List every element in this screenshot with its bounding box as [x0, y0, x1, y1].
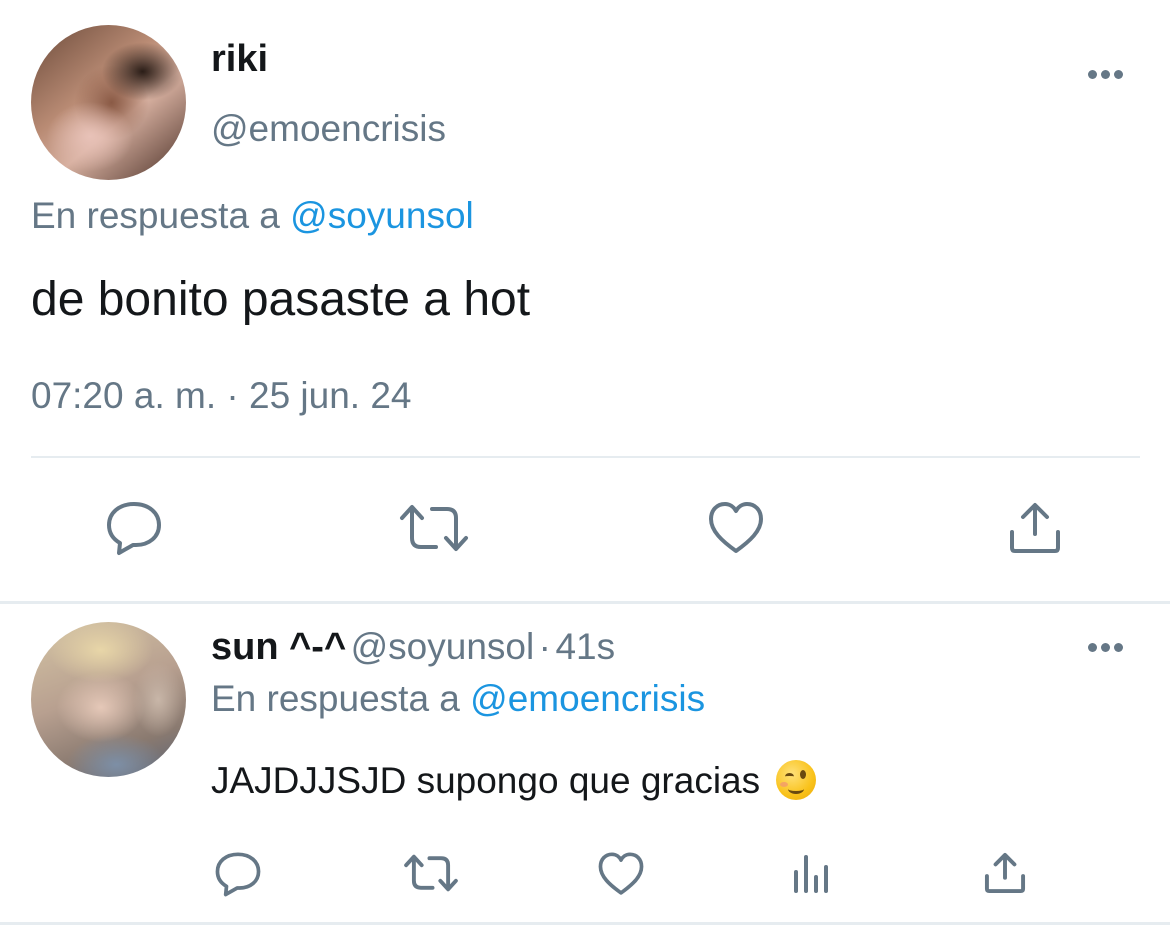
tweet-text: JAJDJJSJD supongo que gracias — [211, 760, 761, 801]
winking-face-icon — [776, 760, 817, 800]
user-handle[interactable]: @emoencrisis — [211, 108, 446, 150]
more-options-icon[interactable] — [1088, 70, 1124, 80]
display-name[interactable]: sun ^-^ — [211, 626, 346, 668]
display-name[interactable]: riki — [211, 38, 268, 81]
replying-to-handle[interactable]: @emoencrisis — [470, 678, 705, 719]
reply-text-line: JAJDJJSJD supongo que gracias — [211, 760, 817, 802]
heart-icon[interactable] — [597, 851, 645, 897]
tweet-time-ago[interactable]: 41s — [555, 626, 615, 667]
reply-icon[interactable] — [105, 500, 163, 556]
replying-to-line: En respuesta a @emoencrisis — [211, 678, 705, 720]
more-options-icon[interactable] — [1088, 643, 1124, 653]
analytics-icon[interactable] — [792, 853, 834, 895]
replying-to-handle[interactable]: @soyunsol — [290, 195, 474, 236]
tweet-timestamp[interactable]: 07:20 a. m. · 25 jun. 24 — [31, 375, 412, 417]
reply-header: sun ^-^ @soyunsol · 41s — [211, 626, 615, 669]
heart-icon[interactable] — [707, 500, 765, 556]
retweet-icon[interactable] — [403, 851, 459, 895]
share-icon[interactable] — [983, 851, 1027, 895]
separator: · — [538, 626, 551, 667]
divider — [0, 922, 1170, 925]
replying-prefix: En respuesta a — [31, 195, 280, 236]
reply-icon[interactable] — [214, 851, 262, 897]
avatar-riki[interactable] — [31, 25, 186, 180]
replying-prefix: En respuesta a — [211, 678, 460, 719]
share-icon[interactable] — [1007, 500, 1063, 556]
replying-to-line: En respuesta a @soyunsol — [31, 195, 474, 237]
avatar-sun[interactable] — [31, 622, 186, 777]
divider — [31, 456, 1140, 458]
retweet-icon[interactable] — [398, 500, 470, 556]
tweet-text: de bonito pasaste a hot — [31, 273, 531, 326]
user-handle[interactable]: @soyunsol — [351, 626, 535, 667]
divider — [0, 601, 1170, 604]
